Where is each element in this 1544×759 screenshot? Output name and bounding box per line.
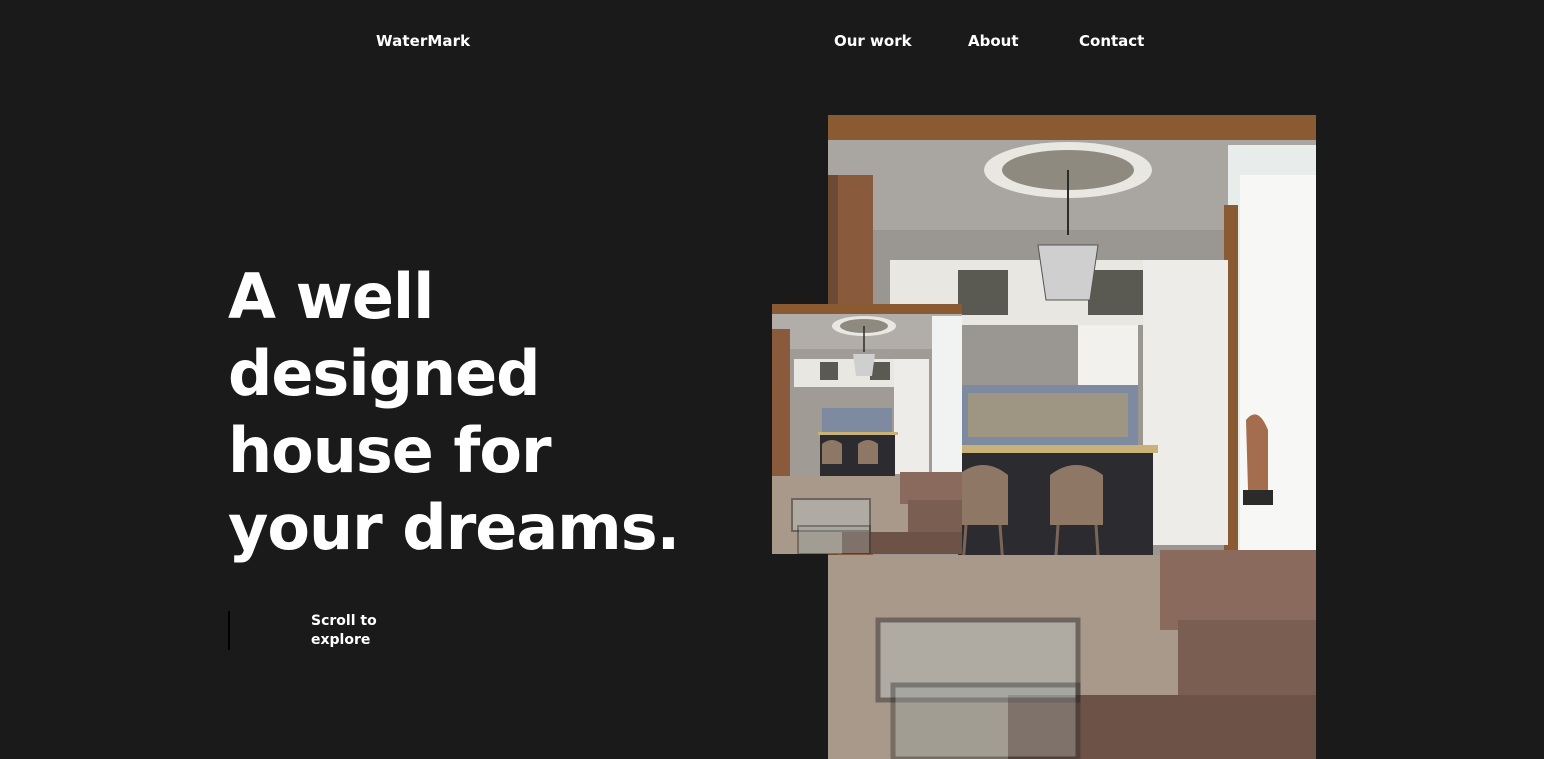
hero-title-line: A well — [228, 260, 434, 333]
hero-title-line: your dreams. — [228, 491, 680, 564]
scroll-label-line: explore — [311, 632, 371, 648]
scroll-label: Scroll to explore — [311, 612, 411, 650]
nav-item-about[interactable]: About — [968, 32, 1019, 50]
nav-item-contact[interactable]: Contact — [1079, 32, 1144, 50]
scroll-to-explore[interactable]: Scroll to explore — [228, 611, 428, 650]
scroll-label-line: Scroll to — [311, 613, 377, 629]
hero-title: A well designed house for your dreams. — [228, 258, 680, 566]
nav-item-our-work[interactable]: Our work — [834, 32, 912, 50]
main-nav: Our work About Contact — [0, 32, 1544, 54]
hero-title-line: designed — [228, 337, 541, 410]
scroll-indicator-line — [228, 611, 230, 650]
hero-title-line: house for — [228, 414, 552, 487]
interior-photo-secondary — [772, 304, 962, 554]
interior-photo-secondary-image — [772, 304, 962, 554]
